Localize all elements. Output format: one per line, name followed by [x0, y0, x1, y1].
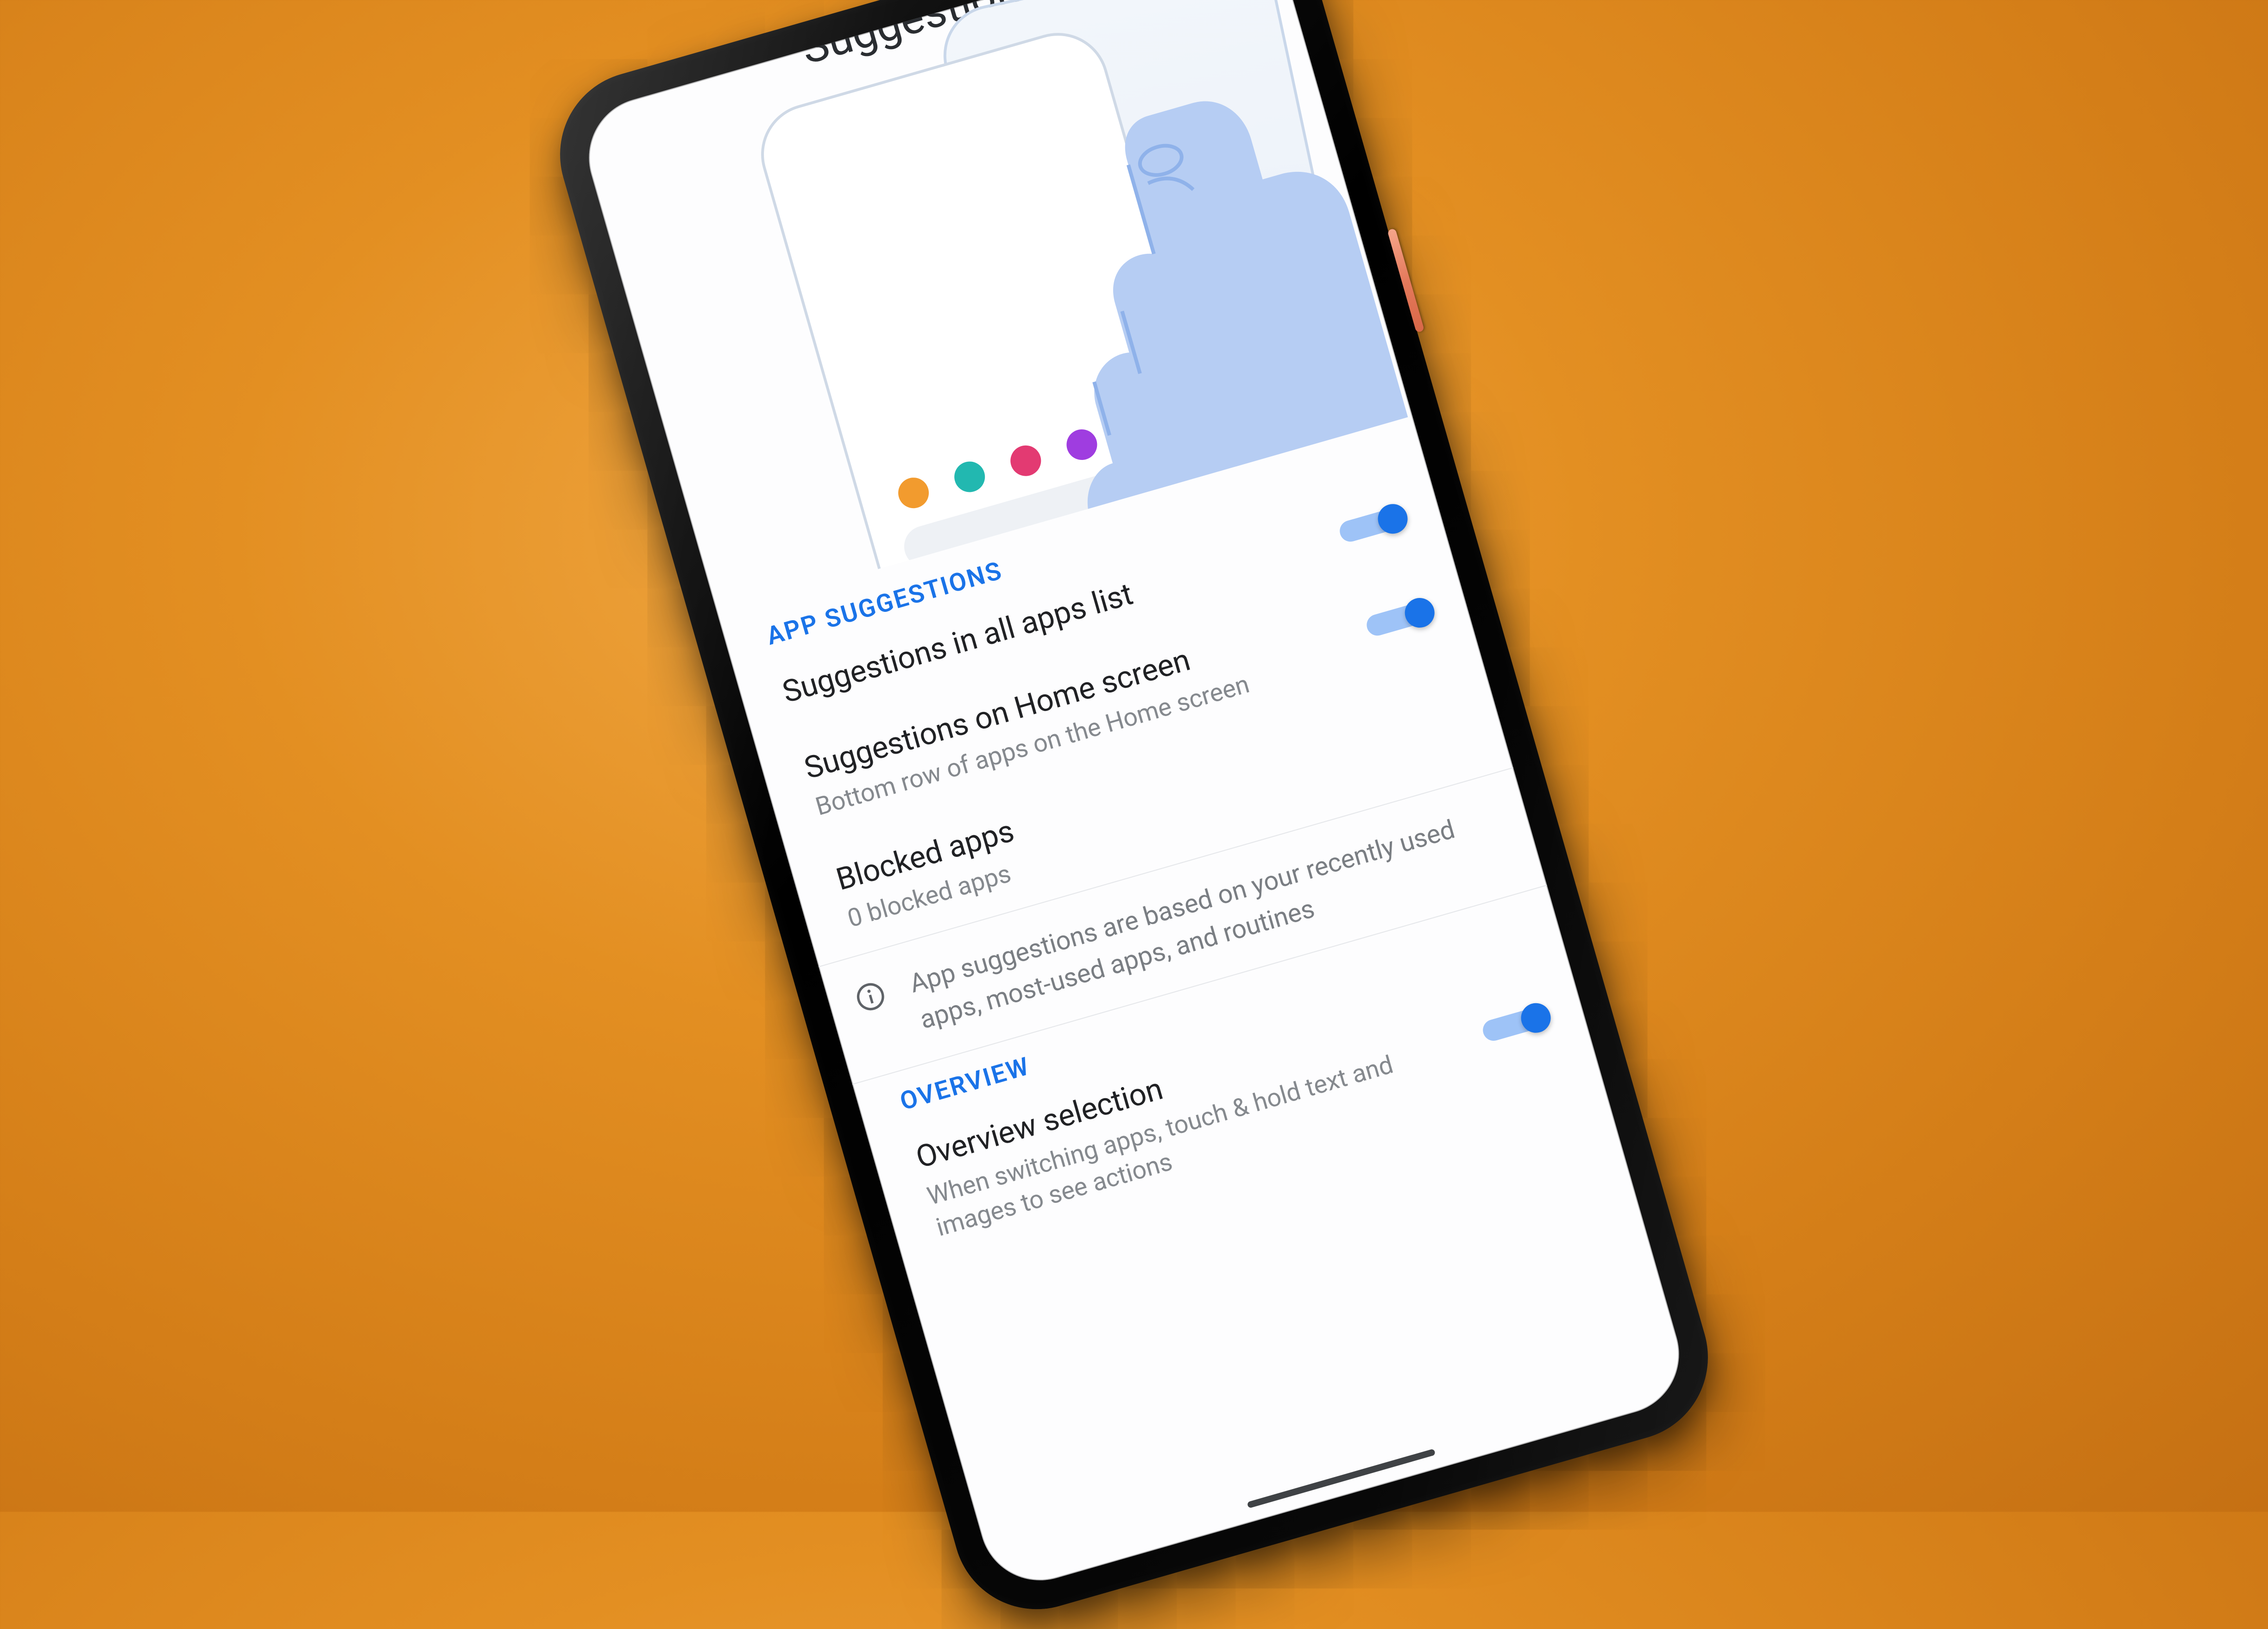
hero-dot: [895, 474, 932, 512]
info-icon: [843, 972, 897, 1018]
phone-frame: Suggestions: [540, 0, 1727, 1629]
hero-dot: [951, 458, 989, 496]
toggle-suggestions-all-apps[interactable]: [1336, 498, 1412, 550]
toggle-suggestions-home[interactable]: [1362, 592, 1439, 644]
settings-list: APP SUGGESTIONS Suggestions in all apps …: [719, 421, 1693, 1595]
power-button[interactable]: [1387, 228, 1424, 333]
toggle-overview-selection[interactable]: [1479, 997, 1555, 1049]
screen: Suggestions: [575, 0, 1694, 1595]
